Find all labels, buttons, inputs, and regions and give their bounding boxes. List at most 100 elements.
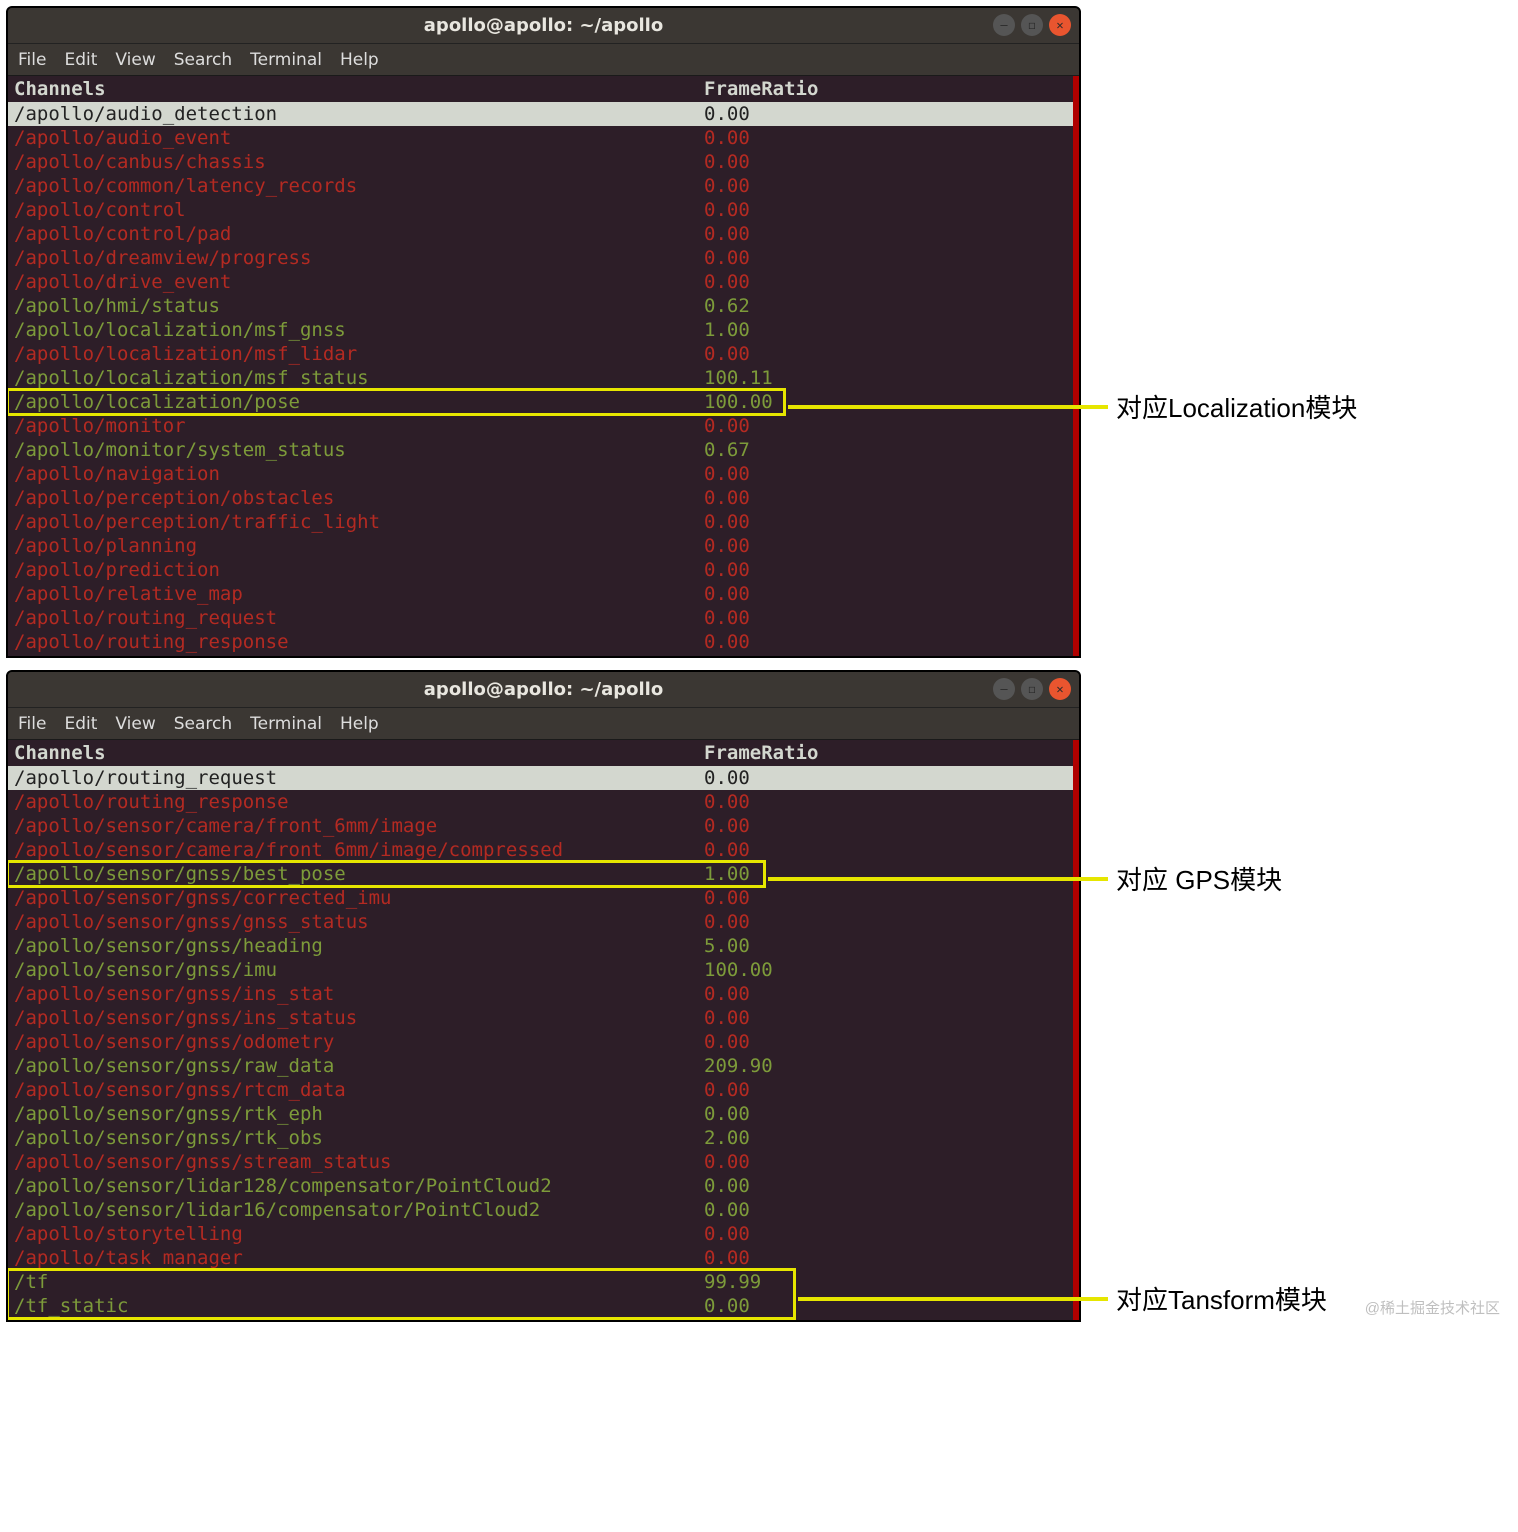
menu-file[interactable]: File	[18, 714, 46, 734]
channel-name: /apollo/sensor/gnss/corrected_imu	[14, 886, 704, 910]
channel-ratio: 0.00	[704, 270, 750, 294]
channel-name: /tf	[14, 1270, 704, 1294]
menu-edit[interactable]: Edit	[64, 50, 97, 70]
channel-ratio: 0.62	[704, 294, 750, 318]
channel-name: /apollo/perception/traffic_light	[14, 510, 704, 534]
channel-name: /apollo/storytelling	[14, 1222, 704, 1246]
channel-ratio: 1.00	[704, 862, 750, 886]
channel-row: /apollo/localization/msf_status100.11	[8, 366, 1073, 390]
channel-ratio: 0.00	[704, 766, 750, 790]
channel-name: /apollo/sensor/gnss/gnss_status	[14, 910, 704, 934]
channel-row: /apollo/sensor/gnss/raw_data209.90	[8, 1054, 1073, 1078]
channel-row: /apollo/control0.00	[8, 198, 1073, 222]
channel-ratio: 0.00	[704, 198, 750, 222]
channel-row: /apollo/localization/msf_lidar0.00	[8, 342, 1073, 366]
annotation-text: 对应 GPS模块	[1116, 860, 1282, 897]
channel-ratio: 0.00	[704, 1102, 750, 1126]
channel-row: /apollo/perception/traffic_light0.00	[8, 510, 1073, 534]
channel-row: /apollo/sensor/gnss/stream_status0.00	[8, 1150, 1073, 1174]
terminal-body[interactable]: Channels FrameRatio /apollo/audio_detect…	[8, 76, 1079, 656]
channel-name: /apollo/sensor/gnss/rtk_eph	[14, 1102, 704, 1126]
channel-name: /apollo/sensor/gnss/ins_stat	[14, 982, 704, 1006]
menu-terminal[interactable]: Terminal	[250, 50, 322, 70]
channel-name: /apollo/sensor/lidar128/compensator/Poin…	[14, 1174, 704, 1198]
channel-ratio: 0.00	[704, 582, 750, 606]
channel-name: /apollo/prediction	[14, 558, 704, 582]
channel-name: /apollo/sensor/gnss/odometry	[14, 1030, 704, 1054]
terminal-window-1: apollo@apollo: ~/apollo – ◻ ✕ File Edit …	[6, 6, 1081, 658]
channel-ratio: 0.00	[704, 630, 750, 654]
annotation-gps: 对应 GPS模块	[768, 860, 1282, 897]
channel-row: /apollo/task_manager0.00	[8, 1246, 1073, 1270]
channel-row: /apollo/sensor/camera/front_6mm/image0.0…	[8, 814, 1073, 838]
channel-ratio: 0.00	[704, 246, 750, 270]
header-frameratio: FrameRatio	[704, 78, 818, 100]
channel-ratio: 0.00	[704, 1078, 750, 1102]
channel-row: /apollo/routing_request0.00	[8, 606, 1073, 630]
channel-ratio: 0.00	[704, 910, 750, 934]
close-button[interactable]: ✕	[1049, 14, 1071, 36]
menu-search[interactable]: Search	[174, 714, 232, 734]
channel-name: /apollo/perception/obstacles	[14, 486, 704, 510]
channel-row: /apollo/common/latency_records0.00	[8, 174, 1073, 198]
channel-list: /apollo/audio_detection0.00/apollo/audio…	[8, 102, 1073, 656]
channel-name: /apollo/routing_request	[14, 606, 704, 630]
menu-edit[interactable]: Edit	[64, 714, 97, 734]
terminal-body[interactable]: Channels FrameRatio /apollo/routing_requ…	[8, 740, 1079, 1320]
channel-name: /apollo/control	[14, 198, 704, 222]
header-channels: Channels	[14, 78, 704, 100]
channel-name: /apollo/drive_event	[14, 270, 704, 294]
channel-name: /apollo/localization/msf_gnss	[14, 318, 704, 342]
channel-name: /apollo/routing_request	[14, 766, 704, 790]
channel-ratio: 1.00	[704, 318, 750, 342]
channel-row: /apollo/sensor/gnss/ins_status0.00	[8, 1006, 1073, 1030]
menu-terminal[interactable]: Terminal	[250, 714, 322, 734]
menu-help[interactable]: Help	[340, 50, 379, 70]
channel-ratio: 0.00	[704, 1198, 750, 1222]
maximize-button[interactable]: ◻	[1021, 14, 1043, 36]
channel-name: /apollo/relative_map	[14, 582, 704, 606]
titlebar[interactable]: apollo@apollo: ~/apollo – ◻ ✕	[8, 672, 1079, 708]
channel-name: /apollo/sensor/gnss/best_pose	[14, 862, 704, 886]
channel-row: /apollo/sensor/gnss/odometry0.00	[8, 1030, 1073, 1054]
menu-help[interactable]: Help	[340, 714, 379, 734]
channel-ratio: 0.00	[704, 1174, 750, 1198]
channel-name: /apollo/sensor/gnss/stream_status	[14, 1150, 704, 1174]
channel-header: Channels FrameRatio	[8, 76, 1073, 102]
channel-ratio: 0.00	[704, 462, 750, 486]
titlebar[interactable]: apollo@apollo: ~/apollo – ◻ ✕	[8, 8, 1079, 44]
channel-name: /apollo/planning	[14, 534, 704, 558]
channel-row: /apollo/canbus/chassis0.00	[8, 150, 1073, 174]
channel-row: /apollo/sensor/gnss/imu100.00	[8, 958, 1073, 982]
channel-row: /apollo/routing_request0.00	[8, 766, 1073, 790]
menu-view[interactable]: View	[115, 50, 155, 70]
channel-name: /tf_static	[14, 1294, 704, 1318]
channel-name: /apollo/sensor/gnss/rtcm_data	[14, 1078, 704, 1102]
channel-name: /apollo/sensor/gnss/rtk_obs	[14, 1126, 704, 1150]
channel-ratio: 0.00	[704, 558, 750, 582]
menu-file[interactable]: File	[18, 50, 46, 70]
channel-ratio: 0.00	[704, 126, 750, 150]
channel-header: Channels FrameRatio	[8, 740, 1073, 766]
menu-search[interactable]: Search	[174, 50, 232, 70]
channel-row: /apollo/dreamview/progress0.00	[8, 246, 1073, 270]
menu-view[interactable]: View	[115, 714, 155, 734]
close-button[interactable]: ✕	[1049, 678, 1071, 700]
maximize-button[interactable]: ◻	[1021, 678, 1043, 700]
header-frameratio: FrameRatio	[704, 742, 818, 764]
channel-ratio: 0.00	[704, 1246, 750, 1270]
minimize-button[interactable]: –	[993, 678, 1015, 700]
channel-name: /apollo/localization/pose	[14, 390, 704, 414]
minimize-button[interactable]: –	[993, 14, 1015, 36]
channel-ratio: 2.00	[704, 1126, 750, 1150]
channel-ratio: 0.00	[704, 790, 750, 814]
header-channels: Channels	[14, 742, 704, 764]
channel-row: /apollo/perception/obstacles0.00	[8, 486, 1073, 510]
channel-ratio: 0.00	[704, 342, 750, 366]
channel-ratio: 100.00	[704, 958, 773, 982]
channel-ratio: 0.00	[704, 1030, 750, 1054]
channel-name: /apollo/monitor/system_status	[14, 438, 704, 462]
channel-ratio: 100.00	[704, 390, 773, 414]
channel-row: /apollo/localization/msf_gnss1.00	[8, 318, 1073, 342]
channel-row: /apollo/audio_detection0.00	[8, 102, 1073, 126]
